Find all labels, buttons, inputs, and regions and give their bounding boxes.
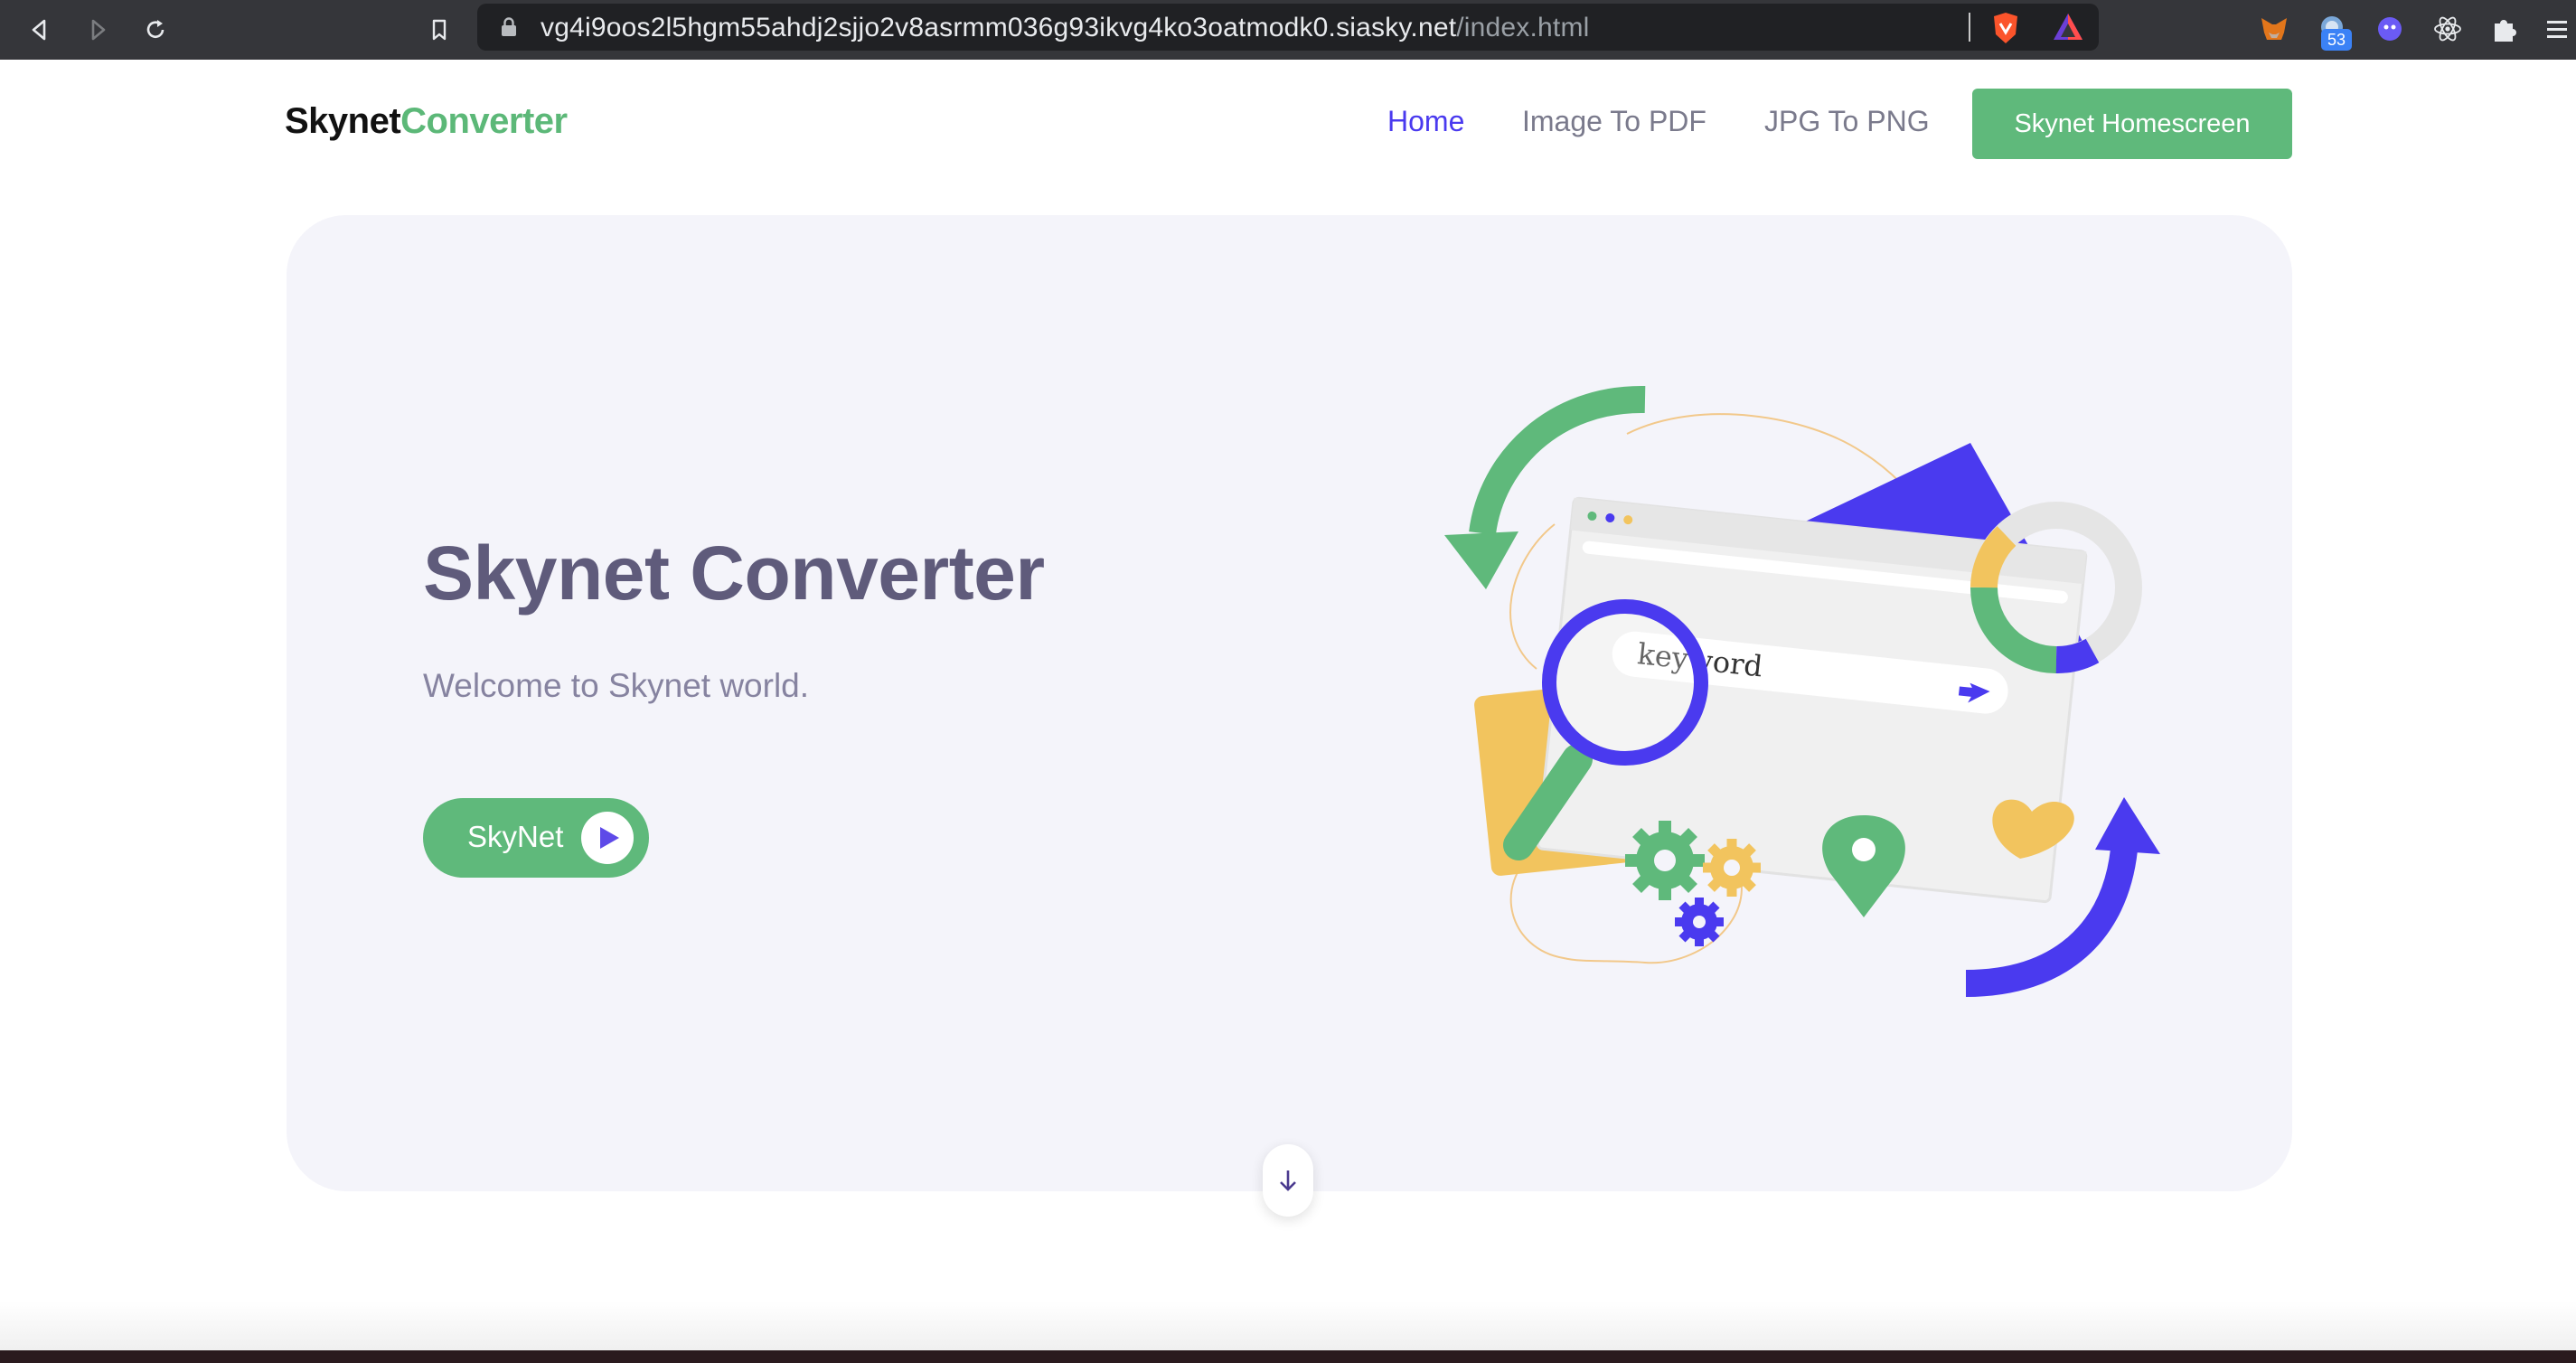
nav-link-image-to-pdf[interactable]: Image To PDF	[1522, 105, 1706, 138]
forward-icon[interactable]	[76, 8, 119, 52]
metamask-icon[interactable]	[2254, 9, 2294, 49]
extension-badge: 53	[2321, 29, 2352, 51]
url-path: /index.html	[1456, 13, 1590, 42]
play-icon	[581, 812, 634, 864]
lock-icon	[502, 17, 516, 36]
extension-ghost-icon[interactable]	[2370, 9, 2410, 49]
url-text: vg4i9oos2l5hgm55ahdj2sjjo2v8asrmm036g93i…	[541, 13, 1590, 43]
brave-shield-icon[interactable]	[1990, 11, 2021, 45]
window-bottom-edge	[0, 1350, 2576, 1363]
bookmark-icon[interactable]	[418, 8, 461, 52]
menu-icon[interactable]	[2538, 9, 2574, 49]
next-section-edge	[0, 1302, 2576, 1356]
browser-toolbar: vg4i9oos2l5hgm55ahdj2sjjo2v8asrmm036g93i…	[0, 0, 2576, 60]
nav-link-jpg-to-png[interactable]: JPG To PNG	[1764, 105, 1930, 138]
nav-link-home[interactable]: Home	[1387, 105, 1464, 138]
reload-icon[interactable]	[134, 8, 177, 52]
skynet-button-label: SkyNet	[467, 820, 564, 853]
logo-text-accent: Converter	[400, 101, 568, 141]
site-logo[interactable]: SkynetConverter	[285, 101, 568, 142]
arrow-down-icon	[1280, 1170, 1296, 1191]
back-icon[interactable]	[18, 8, 61, 52]
hero-title: Skynet Converter	[423, 531, 1045, 616]
url-divider	[1969, 13, 1970, 42]
converter-illustration: keyword	[1444, 385, 2160, 997]
scroll-down-button[interactable]	[1263, 1144, 1313, 1217]
url-host: vg4i9oos2l5hgm55ahdj2sjjo2v8asrmm036g93i…	[541, 13, 1457, 42]
skynet-homescreen-button[interactable]: Skynet Homescreen	[1972, 89, 2292, 159]
react-devtools-icon[interactable]	[2428, 9, 2468, 49]
brave-rewards-icon[interactable]	[2052, 11, 2084, 43]
address-bar[interactable]: vg4i9oos2l5hgm55ahdj2sjjo2v8asrmm036g93i…	[477, 4, 2099, 51]
puzzle-icon[interactable]	[2486, 9, 2525, 49]
logo-text-primary: Skynet	[285, 101, 401, 141]
skynet-play-button[interactable]: SkyNet	[423, 798, 649, 878]
hero-subtitle: Welcome to Skynet world.	[423, 667, 810, 704]
